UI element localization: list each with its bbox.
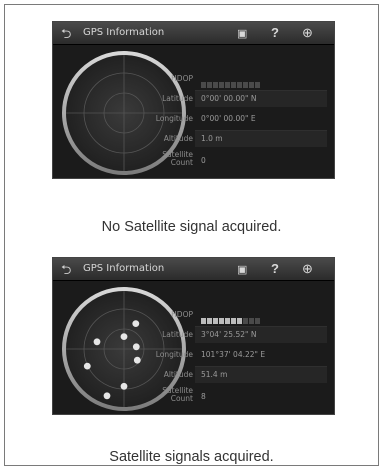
hdop-segment: [207, 82, 212, 88]
hdop-segment: [237, 82, 242, 88]
satellite-count-label-line2: Count: [170, 158, 193, 167]
altitude-value: 51.4 m: [201, 370, 228, 379]
longitude-value: 101°37' 04.22" E: [201, 350, 266, 359]
gps-info-panel: HDOP Latitude 3°04' 25.52" N Longitude 1…: [53, 258, 334, 414]
caption-no-signal: No Satellite signal acquired.: [101, 219, 282, 235]
hdop-segment: [213, 82, 218, 88]
hdop-label: HDOP: [171, 310, 193, 319]
gps-screen-signal: ⮌ GPS Information ▣ ? ⊕ HDOP Latitude 3°…: [52, 257, 335, 415]
hdop-segment: [207, 318, 212, 324]
hdop-bar: [201, 311, 261, 324]
hdop-segment: [219, 318, 224, 324]
hdop-segment: [225, 82, 230, 88]
satellite-count-value: 8: [201, 392, 206, 401]
altitude-label: Altitude: [163, 370, 193, 379]
hdop-bar: [201, 75, 261, 88]
satellite-count-value: 0: [201, 156, 206, 165]
longitude-label: Longitude: [155, 350, 193, 359]
hdop-segment: [231, 82, 236, 88]
latitude-label: Latitude: [162, 330, 193, 339]
hdop-segment: [243, 318, 248, 324]
hdop-segment: [255, 82, 260, 88]
hdop-segment: [213, 318, 218, 324]
hdop-segment: [249, 82, 254, 88]
hdop-segment: [219, 82, 224, 88]
longitude-value: 0°00' 00.00" E: [201, 114, 256, 123]
hdop-segment: [255, 318, 260, 324]
hdop-segment: [237, 318, 242, 324]
hdop-segment: [249, 318, 254, 324]
hdop-segment: [201, 318, 206, 324]
longitude-label: Longitude: [155, 114, 193, 123]
satellite-count-label-line2: Count: [170, 394, 193, 403]
latitude-value: 3°04' 25.52" N: [201, 330, 257, 339]
hdop-segment: [231, 318, 236, 324]
hdop-label: HDOP: [171, 74, 193, 83]
caption-signal: Satellite signals acquired.: [109, 449, 274, 465]
figure-frame: ⮌ GPS Information ▣ ? ⊕ HDOP Latitude 0°…: [4, 4, 379, 466]
altitude-value: 1.0 m: [201, 134, 223, 143]
hdop-segment: [243, 82, 248, 88]
altitude-label: Altitude: [163, 134, 193, 143]
latitude-label: Latitude: [162, 94, 193, 103]
latitude-value: 0°00' 00.00" N: [201, 94, 257, 103]
gps-screen-no-signal: ⮌ GPS Information ▣ ? ⊕ HDOP Latitude 0°…: [52, 21, 335, 179]
hdop-segment: [225, 318, 230, 324]
gps-info-panel: HDOP Latitude 0°00' 00.00" N Longitude 0…: [53, 22, 334, 178]
hdop-segment: [201, 82, 206, 88]
